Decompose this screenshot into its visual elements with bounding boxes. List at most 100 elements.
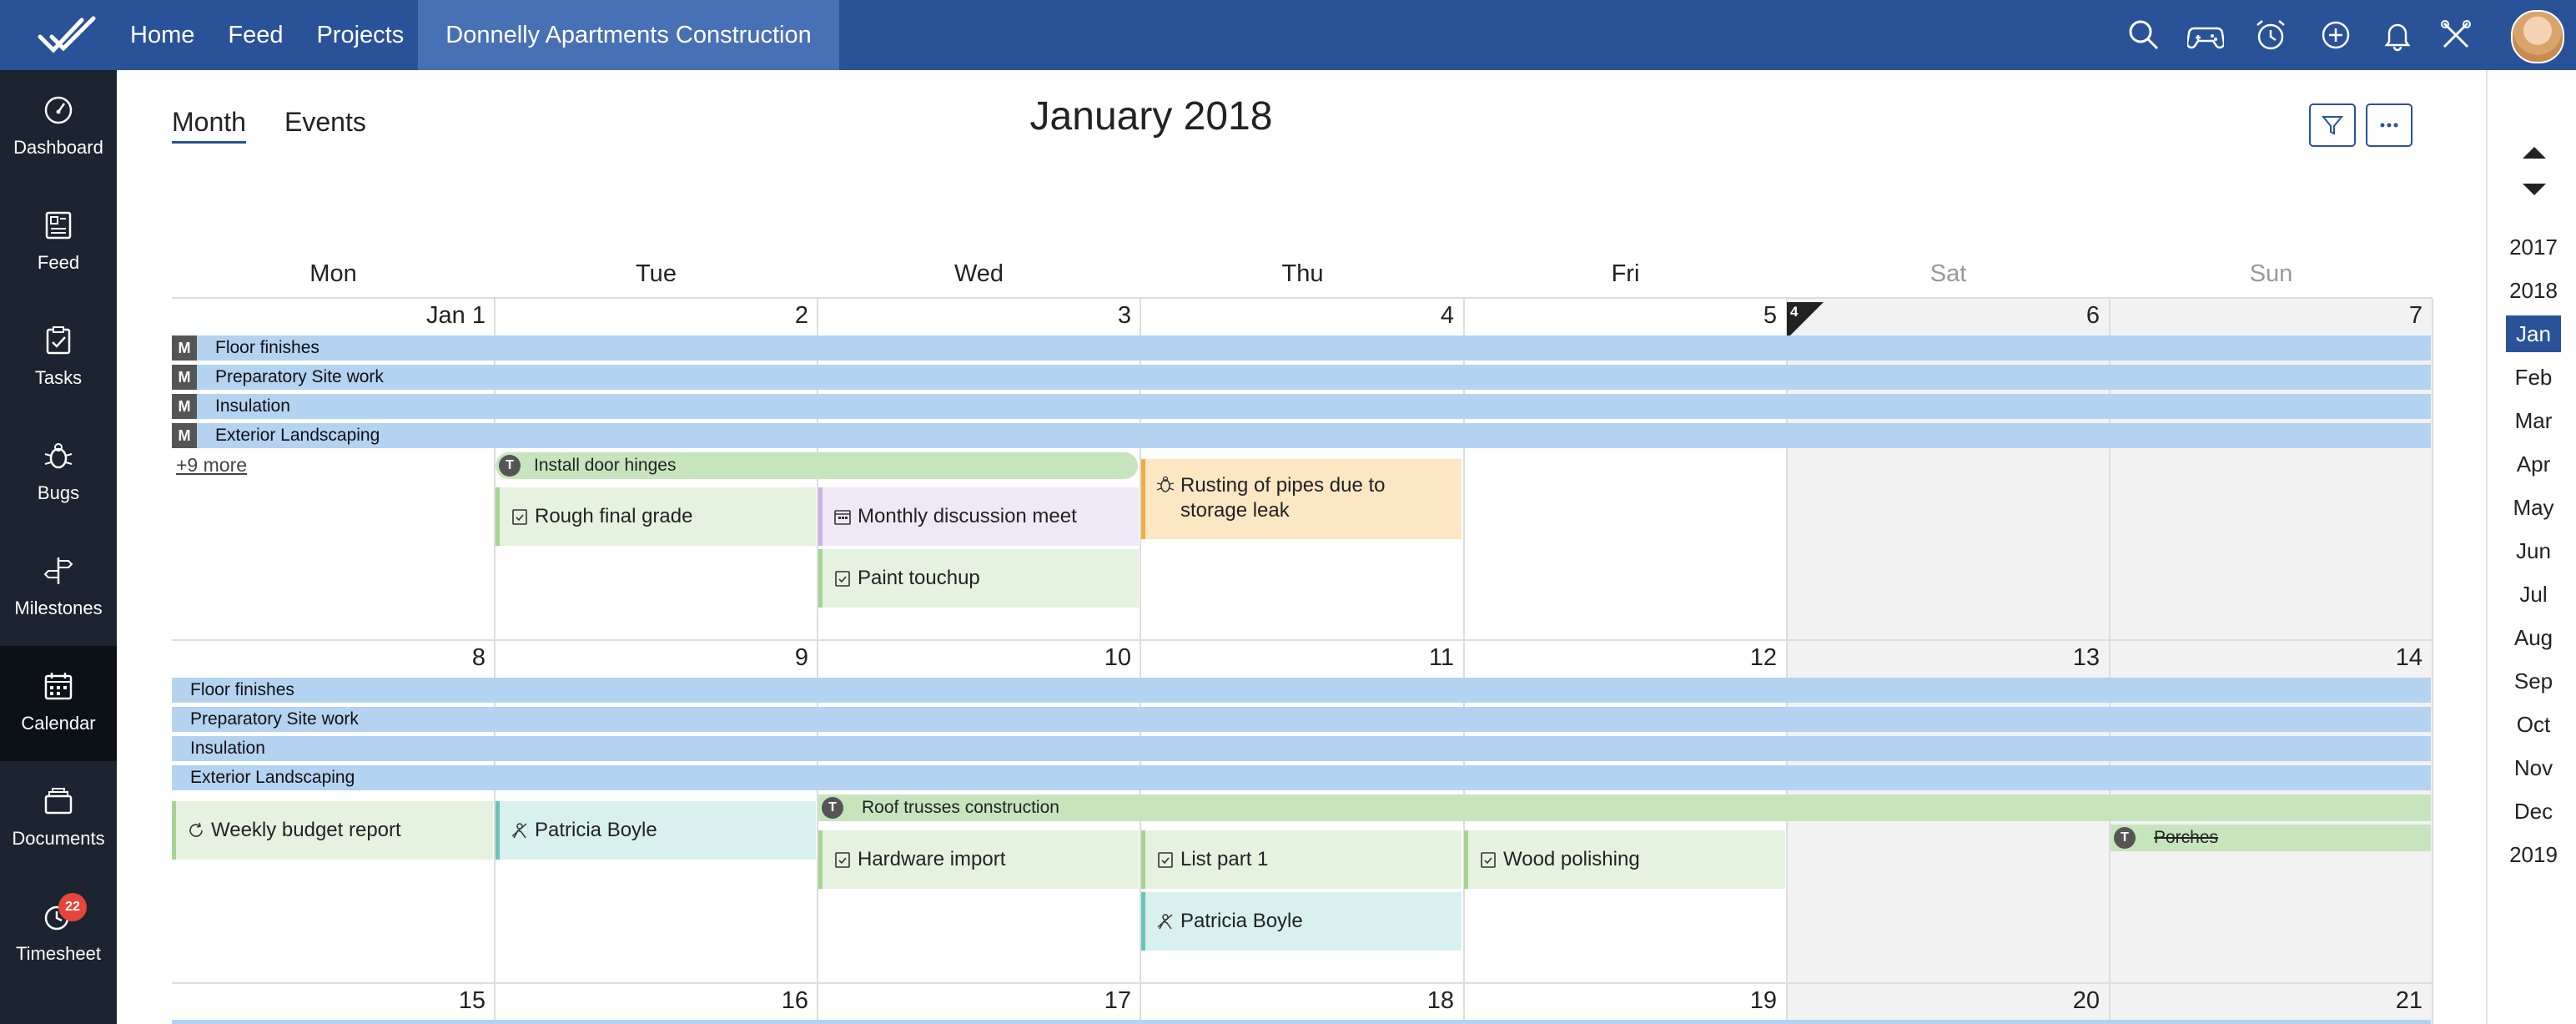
task-event[interactable]: Hardware import bbox=[818, 830, 1139, 889]
task-event[interactable]: List part 1 bbox=[1141, 830, 1462, 889]
filter-button[interactable] bbox=[2309, 103, 2356, 147]
sidebar-item-timesheet[interactable]: 22 Timesheet bbox=[0, 876, 117, 991]
day-number[interactable]: 6 bbox=[1791, 302, 2100, 330]
app-logo-checkmark-icon[interactable] bbox=[33, 12, 100, 58]
milestone-bar[interactable]: Preparatory Site work bbox=[172, 707, 2431, 732]
month-item[interactable]: Nov bbox=[2506, 749, 2561, 786]
milestone-bar[interactable]: M Exterior Landscaping bbox=[172, 423, 2431, 448]
milestone-bar[interactable]: M Insulation bbox=[172, 394, 2431, 419]
user-avatar[interactable] bbox=[2511, 10, 2564, 63]
task-event[interactable]: Rough final grade bbox=[496, 487, 816, 546]
more-events-link[interactable]: +9 more bbox=[176, 454, 247, 477]
month-item[interactable]: Dec bbox=[2506, 793, 2561, 830]
sidebar-item-feed[interactable]: Feed bbox=[0, 185, 117, 300]
month-item[interactable]: Apr bbox=[2506, 446, 2561, 482]
day-number[interactable]: 21 bbox=[2114, 987, 2423, 1015]
scroll-down-arrow-icon[interactable] bbox=[2523, 184, 2546, 195]
event-label: Wood polishing bbox=[1503, 848, 1640, 870]
day-number[interactable]: 10 bbox=[823, 644, 1131, 672]
task-label: Porches bbox=[2154, 828, 2219, 847]
day-number[interactable]: 17 bbox=[823, 987, 1131, 1015]
event-label: List part 1 bbox=[1180, 848, 1269, 870]
milestone-bar[interactable]: Insulation bbox=[172, 736, 2431, 761]
month-item[interactable]: May bbox=[2506, 489, 2561, 526]
year-item[interactable]: 2019 bbox=[2506, 836, 2561, 873]
sidebar-item-tasks[interactable]: Tasks bbox=[0, 300, 117, 416]
more-options-button[interactable] bbox=[2366, 103, 2412, 147]
plus-circle-icon[interactable] bbox=[2317, 17, 2354, 53]
recurring-event[interactable]: Weekly budget report bbox=[172, 801, 493, 860]
top-action-icons bbox=[2109, 0, 2576, 70]
tab-month[interactable]: Month bbox=[172, 107, 246, 144]
year-item[interactable]: 2017 bbox=[2506, 229, 2561, 265]
sidebar-item-label: Tasks bbox=[34, 367, 83, 388]
top-nav-links: Home Feed Projects bbox=[130, 0, 437, 70]
task-event[interactable]: Wood polishing bbox=[1464, 830, 1785, 889]
tools-icon[interactable] bbox=[2438, 17, 2474, 53]
milestone-bar[interactable] bbox=[172, 1020, 2431, 1024]
day-number[interactable]: 7 bbox=[2114, 302, 2423, 330]
meeting-event[interactable]: Monthly discussion meet bbox=[818, 487, 1139, 546]
day-number[interactable]: Jan 1 bbox=[177, 302, 486, 330]
alarm-clock-icon[interactable] bbox=[2252, 17, 2289, 53]
milestone-tag: M bbox=[172, 365, 197, 390]
day-number[interactable]: 2 bbox=[500, 302, 808, 330]
event-label: Paint touchup bbox=[858, 567, 980, 589]
milestone-bar[interactable]: Exterior Landscaping bbox=[172, 765, 2431, 790]
search-icon[interactable] bbox=[2126, 17, 2162, 53]
task-event[interactable]: Paint touchup bbox=[818, 549, 1139, 608]
current-project-tab[interactable]: Donnelly Apartments Construction bbox=[418, 0, 839, 70]
sidebar-item-label: Calendar bbox=[21, 713, 96, 734]
task-bar[interactable]: T Install door hinges bbox=[496, 452, 1138, 479]
nav-projects-link[interactable]: Projects bbox=[316, 22, 404, 49]
day-number[interactable]: 4 bbox=[1145, 302, 1454, 330]
feed-icon bbox=[42, 209, 75, 242]
month-item[interactable]: Sep bbox=[2506, 663, 2561, 699]
day-number[interactable]: 19 bbox=[1468, 987, 1777, 1015]
scroll-up-arrow-icon[interactable] bbox=[2523, 147, 2546, 159]
month-item[interactable]: Mar bbox=[2506, 402, 2561, 439]
task-bar-completed[interactable]: T Porches bbox=[2111, 825, 2431, 851]
dow-thu: Thu bbox=[1281, 260, 1324, 287]
day-number[interactable]: 12 bbox=[1468, 644, 1777, 672]
day-number[interactable]: 8 bbox=[177, 644, 486, 672]
day-number[interactable]: 5 bbox=[1468, 302, 1777, 330]
sidebar-item-documents[interactable]: Documents bbox=[0, 761, 117, 876]
day-number[interactable]: 20 bbox=[1791, 987, 2100, 1015]
filter-icon bbox=[2321, 116, 2344, 135]
nav-home-link[interactable]: Home bbox=[130, 22, 194, 49]
nav-feed-link[interactable]: Feed bbox=[228, 22, 283, 49]
milestone-bar[interactable]: M Preparatory Site work bbox=[172, 365, 2431, 390]
notification-count-badge: 22 bbox=[58, 893, 87, 921]
month-item[interactable]: Jun bbox=[2506, 532, 2561, 569]
sidebar-item-milestones[interactable]: Milestones bbox=[0, 531, 117, 646]
day-number[interactable]: 3 bbox=[823, 302, 1131, 330]
day-number[interactable]: 9 bbox=[500, 644, 808, 672]
milestone-bar[interactable]: M Floor finishes bbox=[172, 335, 2431, 361]
year-item[interactable]: 2018 bbox=[2506, 272, 2561, 309]
day-number[interactable]: 14 bbox=[2114, 644, 2423, 672]
task-checklist-icon bbox=[510, 507, 530, 527]
month-item[interactable]: Aug bbox=[2506, 619, 2561, 656]
leave-event[interactable]: Patricia Boyle bbox=[1141, 892, 1462, 951]
bell-icon[interactable] bbox=[2379, 17, 2416, 53]
sidebar-item-dashboard[interactable]: Dashboard bbox=[0, 70, 117, 185]
tab-events[interactable]: Events bbox=[284, 107, 366, 138]
month-item-active[interactable]: Jan bbox=[2506, 315, 2561, 352]
month-item[interactable]: Feb bbox=[2506, 359, 2561, 396]
day-number[interactable]: 16 bbox=[500, 987, 808, 1015]
day-number[interactable]: 13 bbox=[1791, 644, 2100, 672]
month-item[interactable]: Oct bbox=[2506, 706, 2561, 743]
milestone-bar[interactable]: Floor finishes bbox=[172, 678, 2431, 703]
sidebar-item-calendar[interactable]: Calendar bbox=[0, 646, 117, 761]
day-number[interactable]: 15 bbox=[177, 987, 486, 1015]
month-item[interactable]: Jul bbox=[2506, 576, 2561, 613]
documents-icon bbox=[42, 784, 75, 818]
sidebar-item-bugs[interactable]: Bugs bbox=[0, 416, 117, 531]
bug-event[interactable]: Rusting of pipes due to storage leak bbox=[1141, 459, 1462, 539]
day-number[interactable]: 11 bbox=[1145, 644, 1454, 672]
day-number[interactable]: 18 bbox=[1145, 987, 1454, 1015]
task-bar[interactable]: T Roof trusses construction bbox=[818, 794, 2431, 821]
gamepad-icon[interactable] bbox=[2186, 17, 2226, 53]
leave-event[interactable]: Patricia Boyle bbox=[496, 801, 816, 860]
